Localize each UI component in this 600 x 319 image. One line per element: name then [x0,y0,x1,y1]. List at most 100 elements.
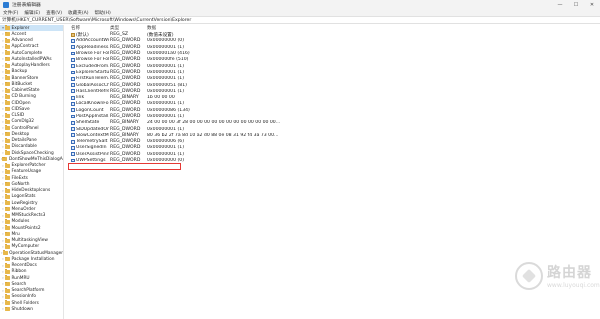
tree-item[interactable]: › Shutdown [0,306,63,312]
menu-edit[interactable]: 编辑(E) [24,10,40,16]
tree-item-label: FileExts [11,175,28,181]
value-name: UserSignedIn [75,145,107,151]
menu-bar: 文件(F) 编辑(E) 查看(V) 收藏夹(A) 帮助(H) [0,9,600,16]
column-header-name[interactable]: 名称 [71,25,109,31]
folder-icon [5,50,10,56]
address-bar[interactable]: 计算机\HKEY_CURRENT_USER\Software\Microsoft… [0,16,600,24]
folder-icon [5,306,10,312]
value-data: 0x00000001 (1) [147,145,184,151]
value-name: GlobalAssocCh... [75,82,109,88]
value-type: REG_DWORD [110,38,141,44]
folder-icon [5,100,10,106]
reg-binary-icon [71,102,75,106]
value-data: 0x00000086 (134) [147,107,190,113]
folder-icon [5,194,10,199]
value-data: 0x00000000 (0) [147,38,184,44]
minimize-button[interactable]: — [552,0,568,9]
folder-icon [5,287,10,293]
value-name-cell: UserAssistPinn... [71,152,109,157]
value-type: REG_BINARY [110,120,139,126]
value-type: REG_BINARY [110,95,139,101]
tree-item[interactable]: ›DontShowMeThisDialogAgain [0,156,63,162]
value-type: REG_DWORD [110,107,141,113]
reg-binary-icon [71,108,75,113]
folder-icon [5,94,10,99]
value-data: 0x00000001 (1) [147,76,184,82]
maximize-button[interactable]: ☐ [568,0,584,9]
reg-binary-icon [71,146,75,150]
folder-icon [5,200,10,206]
value-name-cell: PostAppInstall... [71,114,109,119]
tree-item-label: ControlPanel [11,125,39,131]
value-type: REG_DWORD [110,139,141,145]
reg-binary-icon [71,39,75,43]
menu-favorites[interactable]: 收藏夹(A) [68,10,89,16]
tree-item-label: Ribbon [11,269,27,275]
tree-item-label: RecentDocs [11,263,37,269]
value-type: REG_DWORD [110,114,141,119]
tree-item-label: Mru [11,231,20,237]
value-name-cell: UserSignedIn [71,145,109,150]
tree-item-label: OperationStatusManager [9,250,63,256]
column-header-type[interactable]: 类型 [110,25,138,31]
value-data: 80 36 b2 2f 7a 8d 10 a2 d0 88 0e 08 31 9… [147,132,279,138]
folder-icon [5,75,10,81]
menu-help[interactable]: 帮助(H) [95,10,111,16]
tree-item-label: MountPoints2 [11,225,41,231]
folder-icon [5,112,10,118]
tree-item-label: CD Burning [11,94,36,100]
value-name-cell: SIDUpdatedOn... [71,127,109,132]
value-name-cell: TelemetrySalt [71,139,109,144]
close-button[interactable]: ✕ [584,0,600,9]
folder-icon [5,281,10,287]
value-name-cell: AddAccountWiz... [71,38,109,43]
value-type: REG_DWORD [110,101,141,107]
tree-item-label: Discardable [11,144,37,150]
value-type: REG_DWORD [110,151,141,157]
value-type: REG_DWORD [110,76,141,82]
value-name-cell: AppReadiness... [71,45,109,50]
value-name: HasClientRefresh [75,88,109,94]
folder-icon [2,250,8,256]
regedit-app-icon [3,1,9,8]
registry-key-tree: ▾ Explorer › Accent › Advanced › AppContract › Au… [0,25,64,319]
value-name-cell: ExcludedFrom... [71,64,109,69]
menu-file[interactable]: 文件(F) [3,10,18,16]
tree-item-label: MyComputer [11,244,40,250]
value-data: 0x00000001 (1) [147,114,184,119]
value-type: REG_DWORD [110,44,141,50]
value-name-cell: LogonCount [71,108,109,113]
value-type: REG_DWORD [110,57,141,63]
value-name: (默认) [75,32,89,38]
value-name: LocalKnownFol... [75,101,109,107]
folder-icon [5,237,10,243]
reg-binary-icon [71,76,75,81]
folder-icon [5,175,10,181]
value-data: 0x00000001 (1) [147,126,184,132]
value-data: 0x00000001 (1) [147,69,184,75]
column-header-data[interactable]: 数据 [147,25,347,31]
reg-binary-icon [71,114,75,119]
tree-item-label: DiskSpaceChecking [11,150,54,156]
reg-binary-icon [71,89,75,94]
tree-item-label: SessionInfo [11,294,37,300]
value-name: FirstRunTelem... [75,76,109,82]
tree-item-label: Package Installation [11,256,55,262]
address-path[interactable]: 计算机\HKEY_CURRENT_USER\Software\Microsoft… [2,17,191,23]
menu-view[interactable]: 查看(V) [46,10,62,16]
reg-binary-icon [71,95,75,100]
value-name-cell: GlobalAssocCh... [71,83,109,88]
value-data: 0x000001a0 (416) [147,51,190,57]
title-bar: 注册表编辑器 — ☐ ✕ [0,0,600,9]
value-name-cell: LocalKnownFol... [71,101,109,106]
value-name: link [75,95,85,101]
folder-icon [5,219,10,224]
tree-item[interactable]: › OperationStatusManager [0,250,63,256]
value-name-cell: FirstRunTelem... [71,76,109,81]
value-name-cell: Browse For Fol... [71,51,109,56]
folder-icon [5,187,10,193]
tree-item-label: LowRegistry [11,200,38,206]
value-name: AppReadiness... [75,44,109,50]
value-name-cell: SlowContextM... [71,133,109,138]
value-data: 0x000000fe (510) [147,57,189,63]
